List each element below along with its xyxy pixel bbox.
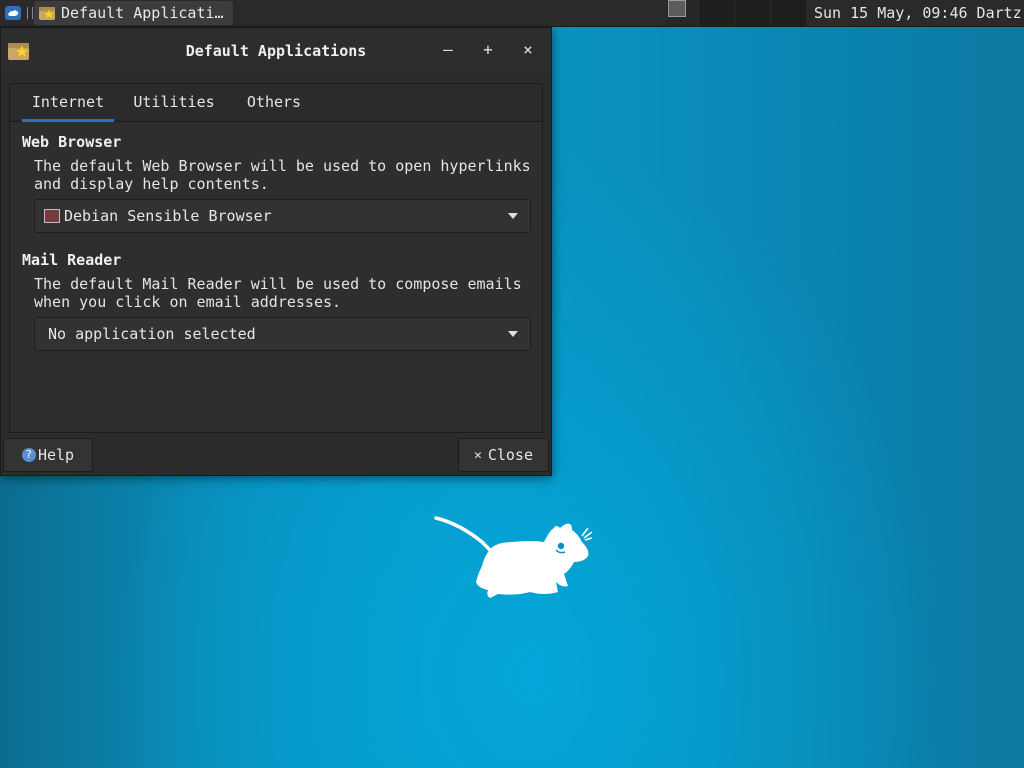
mail-reader-description-line1: The default Mail Reader will be used to … bbox=[34, 275, 522, 293]
mail-reader-description-line2: when you click on email addresses. bbox=[34, 293, 342, 311]
browser-icon bbox=[44, 209, 60, 223]
chevron-down-icon bbox=[508, 213, 518, 219]
mail-reader-selected: No application selected bbox=[48, 325, 256, 343]
mail-reader-heading: Mail Reader bbox=[22, 251, 122, 269]
tab-internet[interactable]: Internet bbox=[22, 84, 114, 122]
default-applications-window: Default Applications – + × Internet Util… bbox=[0, 27, 552, 476]
tab-bar: Internet Utilities Others bbox=[10, 84, 542, 122]
workspace-1[interactable] bbox=[665, 0, 698, 26]
panel-clock[interactable]: Sun 15 May, 09:46 Dartz bbox=[814, 4, 1022, 22]
help-icon: ? bbox=[21, 448, 36, 462]
web-browser-selected: Debian Sensible Browser bbox=[64, 207, 272, 225]
window-titlebar[interactable]: Default Applications – + × bbox=[1, 28, 551, 74]
tab-utilities[interactable]: Utilities bbox=[126, 84, 222, 121]
tab-others[interactable]: Others bbox=[238, 84, 310, 121]
help-button-label: Help bbox=[37, 446, 75, 464]
xfce-mouse-icon bbox=[5, 6, 21, 20]
mail-reader-select[interactable]: No application selected bbox=[34, 317, 531, 351]
web-browser-description-line2: and display help contents. bbox=[34, 175, 269, 193]
web-browser-description-line1: The default Web Browser will be used to … bbox=[34, 157, 531, 175]
workspace-3[interactable] bbox=[734, 0, 770, 26]
applications-menu-button[interactable] bbox=[3, 4, 23, 22]
maximize-button[interactable]: + bbox=[478, 40, 498, 60]
help-button[interactable]: ? Help bbox=[3, 438, 93, 472]
window-title: Default Applications bbox=[185, 42, 367, 60]
chevron-down-icon bbox=[508, 331, 518, 337]
panel-separator bbox=[27, 7, 33, 19]
minimize-button[interactable]: – bbox=[438, 40, 458, 60]
taskbar-item-label: Default Applicati… bbox=[61, 4, 224, 22]
workspace-2[interactable] bbox=[698, 0, 734, 26]
tab-notebook: Internet Utilities Others Web Browser Th… bbox=[9, 83, 543, 433]
close-button-label: Close bbox=[487, 446, 533, 464]
taskbar-item-default-applications[interactable]: Default Applicati… bbox=[34, 1, 233, 25]
xfce-mouse-logo bbox=[434, 516, 593, 598]
close-icon: ✕ bbox=[474, 447, 482, 463]
preferred-applications-icon bbox=[38, 4, 56, 22]
workspace-4[interactable] bbox=[770, 0, 806, 26]
top-panel: Default Applicati… Sun 15 May, 09:46 Dar… bbox=[0, 0, 1024, 27]
web-browser-select[interactable]: Debian Sensible Browser bbox=[34, 199, 531, 233]
close-button[interactable]: ✕ Close bbox=[458, 438, 549, 472]
workspace-window-thumbnail bbox=[668, 0, 686, 17]
window-close-button[interactable]: × bbox=[518, 40, 538, 60]
web-browser-heading: Web Browser bbox=[22, 133, 122, 151]
